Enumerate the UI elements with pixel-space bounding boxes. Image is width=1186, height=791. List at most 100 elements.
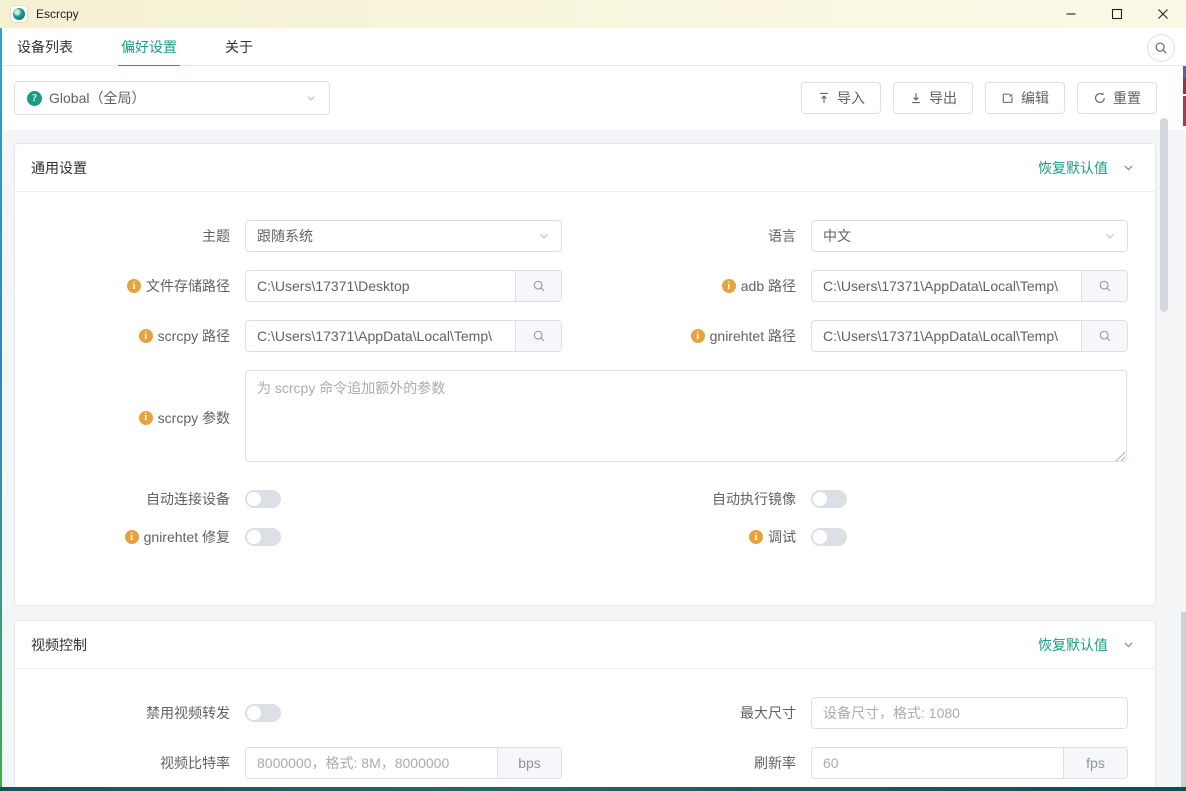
search-button[interactable] <box>1147 34 1175 62</box>
bitrate-input[interactable] <box>246 748 497 778</box>
gnirehtet-fix-label: gnirehtet 修复 <box>144 527 230 547</box>
browse-scrcpy-path-button[interactable] <box>515 321 561 351</box>
toolbar: Global（全局） 导入 导出 编辑 <box>0 66 1186 130</box>
bitrate-unit: bps <box>497 748 561 778</box>
collapse-chevron-icon[interactable] <box>1122 638 1135 651</box>
minimize-icon <box>1065 8 1077 20</box>
info-icon <box>749 530 763 544</box>
window-title: Escrcpy <box>36 7 79 21</box>
language-label: 语言 <box>768 226 796 246</box>
language-select[interactable]: 中文 <box>811 220 1128 252</box>
edit-button[interactable]: 编辑 <box>985 82 1065 114</box>
theme-label: 主题 <box>202 226 230 246</box>
scrollbar-thumb[interactable] <box>1160 118 1168 312</box>
scrcpy-args-textarea[interactable] <box>245 370 1127 462</box>
import-label: 导入 <box>837 88 865 108</box>
download-icon <box>909 91 923 105</box>
fps-unit: fps <box>1063 748 1127 778</box>
edit-label: 编辑 <box>1021 88 1049 108</box>
search-icon <box>532 329 546 343</box>
maximize-button[interactable] <box>1094 0 1140 28</box>
close-icon <box>1157 8 1169 20</box>
export-button[interactable]: 导出 <box>893 82 973 114</box>
form-row: scrcpy 路径 gnirehtet 路径 <box>15 320 1155 352</box>
tabbar: 设备列表 偏好设置 关于 <box>0 28 1186 66</box>
section-title-general: 通用设置 <box>31 158 87 178</box>
edit-icon <box>1001 91 1015 105</box>
question-circle-icon <box>27 91 42 106</box>
scope-select[interactable]: Global（全局） <box>14 81 330 115</box>
language-value: 中文 <box>823 226 1104 246</box>
search-icon <box>1154 41 1168 55</box>
form-row: 自动连接设备 自动执行镜像 <box>15 489 1155 509</box>
gnirehtet-path-input[interactable] <box>812 321 1081 351</box>
browse-file-path-button[interactable] <box>515 271 561 301</box>
debug-toggle[interactable] <box>811 528 847 546</box>
info-icon <box>722 279 736 293</box>
titlebar: Escrcpy <box>0 0 1186 28</box>
search-icon <box>1098 279 1112 293</box>
scope-value: Global（全局） <box>49 88 305 108</box>
tab-label: 设备列表 <box>17 37 73 57</box>
refresh-icon <box>1093 91 1107 105</box>
scrcpy-path-input[interactable] <box>246 321 515 351</box>
info-icon <box>139 411 153 425</box>
disable-video-label: 禁用视频转发 <box>146 703 230 723</box>
chevron-down-icon <box>538 230 550 242</box>
form-row: gnirehtet 修复 调试 <box>15 527 1155 547</box>
debug-label: 调试 <box>768 527 796 547</box>
general-settings-card: 通用设置 恢复默认值 主题 跟随系统 语言 中文 <box>14 143 1156 606</box>
max-size-input[interactable] <box>812 698 1127 728</box>
disable-video-toggle[interactable] <box>245 704 281 722</box>
window-edge-left <box>0 28 2 787</box>
export-label: 导出 <box>929 88 957 108</box>
adb-path-label: adb 路径 <box>741 276 796 296</box>
form-row: 禁用视频转发 最大尺寸 <box>15 697 1155 729</box>
form-row: 主题 跟随系统 语言 中文 <box>15 220 1155 252</box>
chevron-down-icon <box>305 92 317 104</box>
theme-select[interactable]: 跟随系统 <box>245 220 562 252</box>
scrcpy-args-label: scrcpy 参数 <box>158 408 230 428</box>
auto-mirror-toggle[interactable] <box>811 490 847 508</box>
section-title-video: 视频控制 <box>31 635 87 655</box>
info-icon <box>127 279 141 293</box>
window-edge-fragment <box>1181 612 1186 787</box>
info-icon <box>691 329 705 343</box>
form-row: 视频比特率 bps 刷新率 fps <box>15 747 1155 779</box>
info-icon <box>125 530 139 544</box>
restore-defaults-link[interactable]: 恢复默认值 <box>1038 158 1108 178</box>
auto-mirror-label: 自动执行镜像 <box>712 489 796 509</box>
browse-adb-path-button[interactable] <box>1081 271 1127 301</box>
fps-label: 刷新率 <box>754 753 796 773</box>
gnirehtet-path-label: gnirehtet 路径 <box>710 326 796 346</box>
auto-connect-toggle[interactable] <box>245 490 281 508</box>
upload-icon <box>817 91 831 105</box>
file-path-input[interactable] <box>246 271 515 301</box>
tab-device-list[interactable]: 设备列表 <box>14 28 76 66</box>
window-edge-bottom <box>0 787 1186 791</box>
chevron-down-icon <box>1104 230 1116 242</box>
restore-defaults-link[interactable]: 恢复默认值 <box>1038 635 1108 655</box>
maximize-icon <box>1111 8 1123 20</box>
form-row: 文件存储路径 adb 路径 <box>15 270 1155 302</box>
tab-label: 关于 <box>225 37 253 57</box>
video-control-card: 视频控制 恢复默认值 禁用视频转发 最大尺寸 视频比特率 <box>14 620 1156 791</box>
import-button[interactable]: 导入 <box>801 82 881 114</box>
search-icon <box>1098 329 1112 343</box>
scrcpy-path-label: scrcpy 路径 <box>158 326 230 346</box>
collapse-chevron-icon[interactable] <box>1122 161 1135 174</box>
theme-value: 跟随系统 <box>257 226 538 246</box>
gnirehtet-fix-toggle[interactable] <box>245 528 281 546</box>
browse-gnirehtet-path-button[interactable] <box>1081 321 1127 351</box>
fps-input[interactable] <box>812 748 1063 778</box>
tab-preferences[interactable]: 偏好设置 <box>118 28 180 66</box>
max-size-label: 最大尺寸 <box>740 703 796 723</box>
close-button[interactable] <box>1140 0 1186 28</box>
adb-path-input[interactable] <box>812 271 1081 301</box>
reset-button[interactable]: 重置 <box>1077 82 1157 114</box>
form-row: scrcpy 参数 <box>15 370 1155 465</box>
file-path-label: 文件存储路径 <box>146 276 230 296</box>
tab-label: 偏好设置 <box>121 37 177 57</box>
tab-about[interactable]: 关于 <box>222 28 256 66</box>
minimize-button[interactable] <box>1048 0 1094 28</box>
